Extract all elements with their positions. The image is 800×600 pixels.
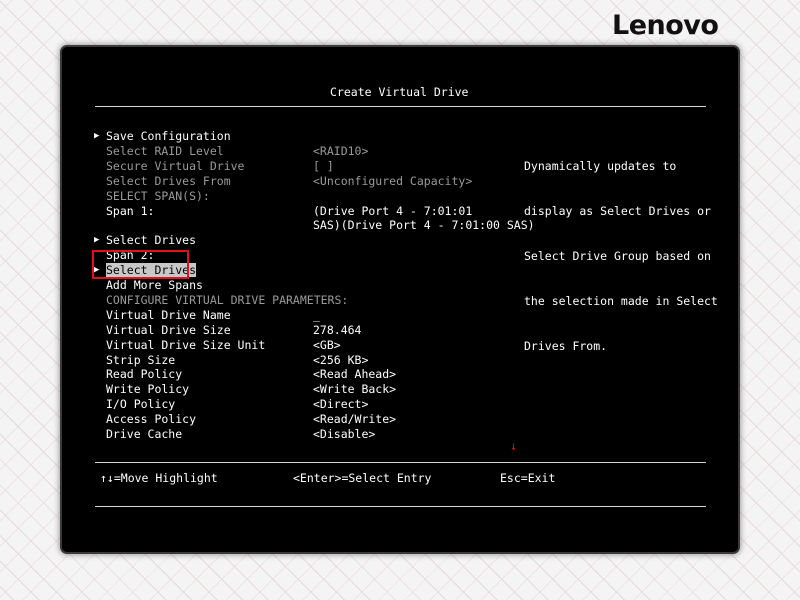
field-virtual-drive-name-value[interactable]: _ [313,308,320,322]
field-virtual-drive-name-label: Virtual Drive Name [106,307,231,322]
field-virtual-drive-size-unit-value[interactable]: <GB> [313,338,341,352]
section-select-spans-label: SELECT SPAN(S): [106,188,210,203]
field-io-policy-value[interactable]: <Direct> [313,397,368,411]
field-secure-virtual-drive-label: Secure Virtual Drive [106,158,245,173]
field-virtual-drive-size-label: Virtual Drive Size [106,322,231,337]
field-select-drives-from-label: Select Drives From [106,173,231,188]
field-virtual-drive-size-value[interactable]: 278.464 [313,323,361,337]
field-virtual-drive-size[interactable]: Virtual Drive Size [106,323,231,337]
field-io-policy[interactable]: I/O Policy [106,397,175,411]
field-select-raid-level: Select RAID Level [106,144,224,158]
scroll-down-icon: ↓ [510,439,518,453]
field-strip-size-label: Strip Size [106,352,176,367]
help-line: Select Drive Group based on [524,249,711,263]
field-select-drives-from: Select Drives From [106,174,231,188]
field-access-policy-value[interactable]: <Read/Write> [313,412,396,426]
highlight-callout-box [92,250,189,279]
submenu-arrow-icon: ▶ [94,131,100,141]
help-line: Drives From. [524,339,608,353]
field-write-policy-label: Write Policy [106,382,190,397]
field-drive-cache-label: Drive Cache [106,427,183,441]
menu-item-save-configuration[interactable]: Save Configuration [106,129,231,143]
footer-move-hint: ↑↓=Move Highlight [100,471,218,485]
field-secure-virtual-drive: Secure Virtual Drive [106,159,244,173]
field-write-policy[interactable]: Write Policy [106,382,189,396]
field-strip-size-value[interactable]: <256 KB> [313,353,368,367]
menu-item-save-configuration-label: Save Configuration [106,129,231,143]
field-write-policy-value[interactable]: <Write Back> [313,382,396,396]
help-line: display as Select Drives or [524,204,711,218]
help-panel: Dynamically updates to display as Select… [524,129,718,384]
menu-item-add-more-spans-label: Add More Spans [106,278,203,292]
lenovo-logo: Lenovo [612,10,719,41]
field-select-raid-level-value: <RAID10> [313,143,369,158]
field-read-policy-label: Read Policy [106,367,183,382]
footer-bottom-divider [95,506,706,507]
field-virtual-drive-size-unit[interactable]: Virtual Drive Size Unit [106,338,265,352]
field-span-1-label: Span 1: [106,203,155,218]
title-divider [95,106,706,107]
menu-item-select-drives-span-1-label: Select Drives [106,233,197,248]
help-line: the selection made in Select [524,294,718,308]
bios-setup-screen: Create Virtual Drive ▶ Save Configuration… [62,47,738,552]
field-drive-cache[interactable]: Drive Cache [106,427,182,441]
field-virtual-drive-size-unit-label: Virtual Drive Size Unit [106,337,266,352]
field-virtual-drive-name[interactable]: Virtual Drive Name [106,308,231,322]
field-select-drives-from-value: <Unconfigured Capacity> [313,173,473,188]
field-span-1-value: (Drive Port 4 - 7:01:01 [313,203,473,218]
section-configure-parameters-label: CONFIGURE VIRTUAL DRIVE PARAMETERS: [106,292,349,307]
footer-exit-hint: Esc=Exit [500,471,556,485]
field-secure-virtual-drive-value: [ ] [313,158,334,173]
field-access-policy[interactable]: Access Policy [106,412,196,426]
page-title: Create Virtual Drive [330,85,469,99]
field-read-policy[interactable]: Read Policy [106,367,182,381]
menu-item-select-drives-span-1[interactable]: Select Drives [106,233,196,247]
field-read-policy-value[interactable]: <Read Ahead> [313,367,396,381]
menu-item-add-more-spans[interactable]: Add More Spans [106,278,203,292]
section-select-spans: SELECT SPAN(S): [106,189,210,203]
footer-select-hint: <Enter>=Select Entry [293,471,432,485]
field-select-raid-level-label: Select RAID Level [106,143,224,158]
section-configure-parameters: CONFIGURE VIRTUAL DRIVE PARAMETERS: [106,293,348,307]
field-io-policy-label: I/O Policy [106,397,176,412]
submenu-arrow-icon: ▶ [94,235,100,246]
footer-top-divider [95,462,706,463]
help-line: Dynamically updates to [524,159,677,173]
field-access-policy-label: Access Policy [106,412,197,427]
field-span-1-continued-value: SAS)(Drive Port 4 - 7:01:00 SAS) [313,218,535,233]
field-drive-cache-value[interactable]: <Disable> [313,427,375,441]
field-span-1: Span 1: [106,204,154,218]
field-strip-size[interactable]: Strip Size [106,353,175,367]
